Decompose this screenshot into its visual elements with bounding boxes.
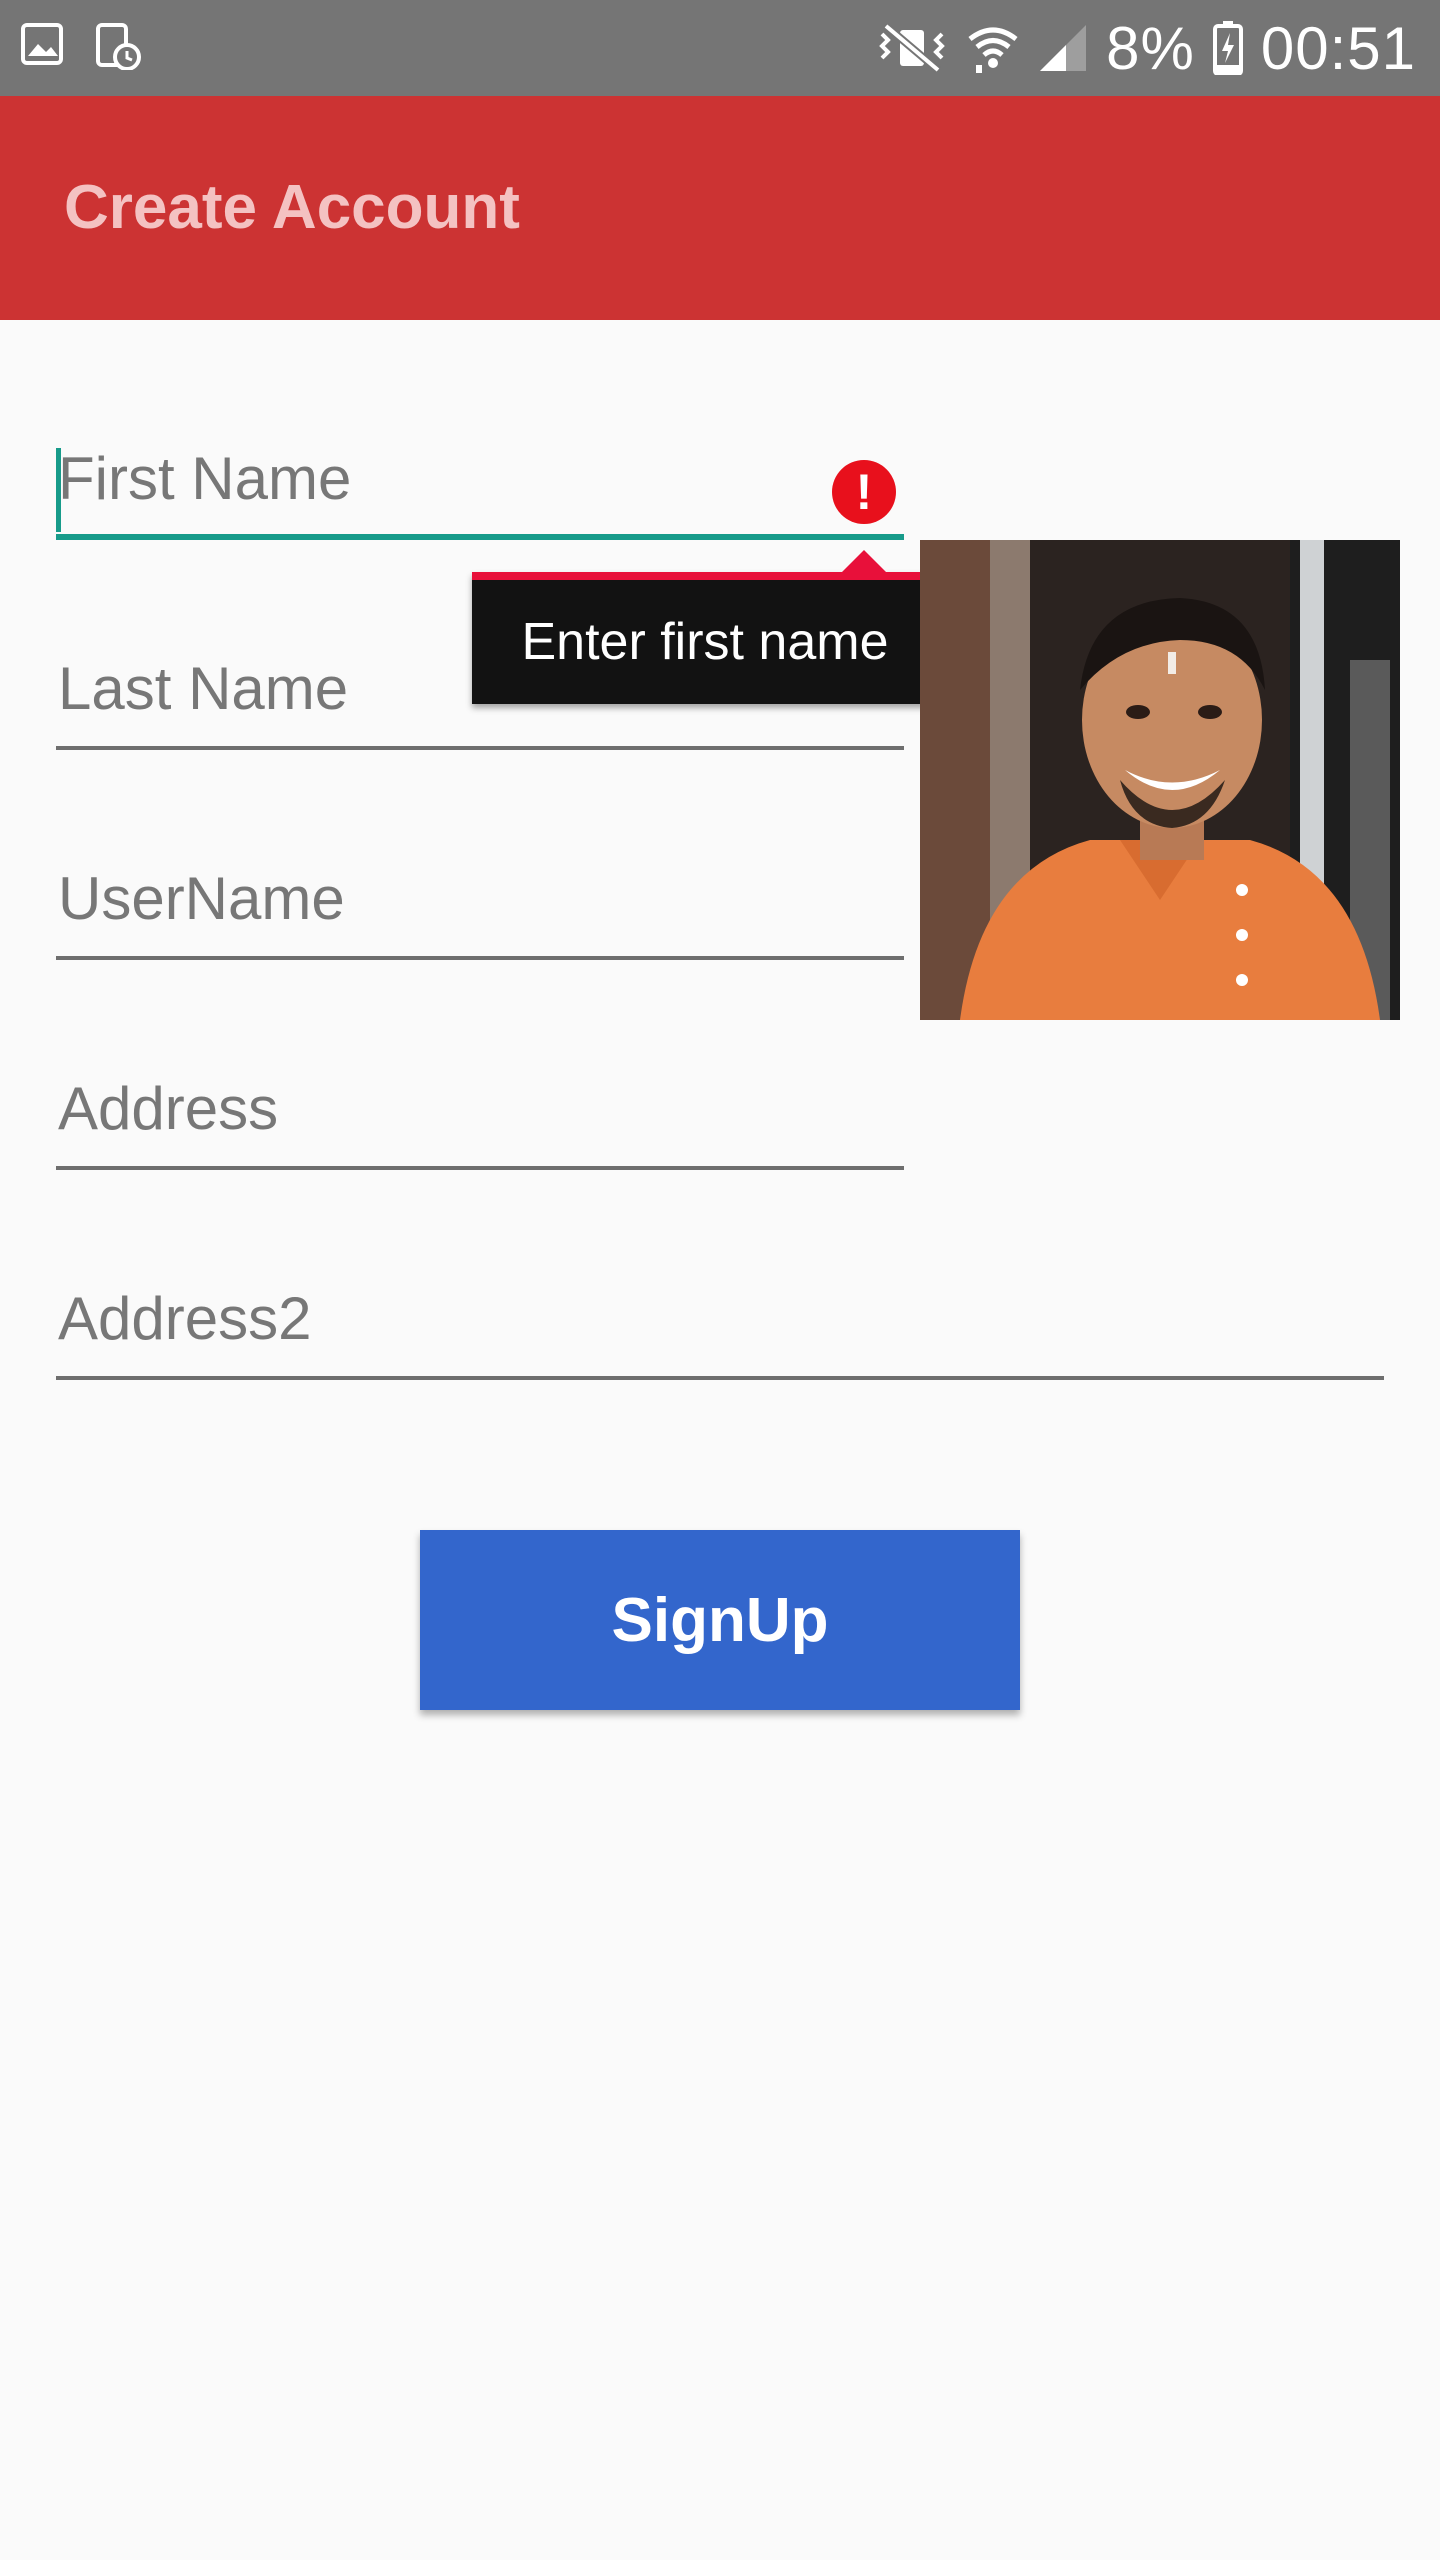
wifi-icon [968, 27, 1018, 73]
gallery-icon [21, 23, 63, 65]
battery-percent: 8% [1106, 14, 1195, 82]
status-bar: 8% 00:51 [0, 0, 1440, 96]
address-field [56, 1060, 904, 1170]
tooltip-accent-bar [472, 572, 938, 580]
first-name-field: ! [56, 430, 904, 540]
last-name-underline [56, 746, 904, 750]
signal-icon [1040, 25, 1087, 71]
battery-charging-icon [1212, 21, 1243, 75]
screenshot-icon [96, 23, 141, 70]
error-message: Enter first name [521, 613, 889, 671]
profile-photo[interactable] [920, 540, 1400, 1020]
username-underline [56, 956, 904, 960]
signup-button[interactable]: SignUp [420, 1530, 1020, 1710]
app-bar: Create Account [0, 96, 1440, 320]
text-cursor [56, 448, 61, 532]
address2-input[interactable] [56, 1270, 1384, 1366]
address2-underline [56, 1376, 1384, 1380]
username-input[interactable] [56, 850, 904, 946]
error-icon[interactable]: ! [832, 460, 896, 524]
first-name-underline [56, 534, 904, 540]
clock: 00:51 [1260, 14, 1416, 82]
first-name-input[interactable] [56, 430, 904, 526]
page-title: Create Account [64, 173, 520, 242]
address-input[interactable] [56, 1060, 904, 1156]
address2-field [56, 1270, 1384, 1380]
username-field [56, 850, 904, 960]
vibrate-icon [879, 22, 945, 74]
tooltip-arrow [842, 550, 886, 572]
address-underline [56, 1166, 904, 1170]
status-bar-right: 8% 00:51 [876, 0, 1416, 96]
status-bar-left [20, 22, 142, 70]
profile-photo-image [920, 540, 1400, 1020]
error-tooltip: Enter first name [472, 550, 938, 704]
